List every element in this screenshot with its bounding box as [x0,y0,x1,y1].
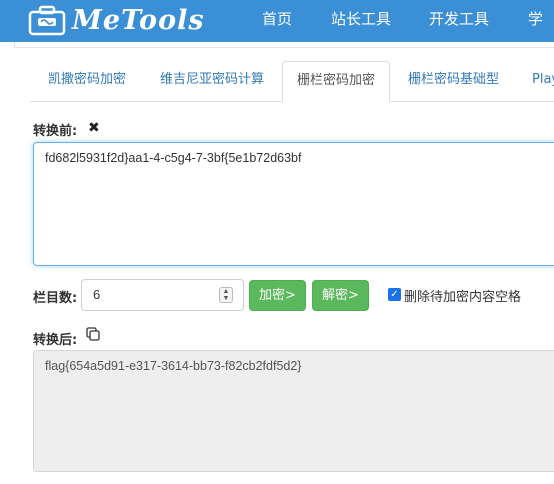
cipher-tabs: 凯撒密码加密 维吉尼亚密码计算 栅栏密码加密 栅栏密码基础型 Play [30,61,554,102]
tab-caesar-encrypt[interactable]: 凯撒密码加密 [48,61,126,101]
output-textarea[interactable]: flag{654a5d91-e317-3614-bb73-f82cb2fdf5d… [33,350,554,472]
top-navbar: MeTools 首页 站长工具 开发工具 学习 [0,0,554,42]
remove-spaces-label[interactable]: 删除待加密内容空格 [404,286,521,305]
nav-webmaster-tools[interactable]: 站长工具 [331,0,391,42]
tab-rail-fence-basic[interactable]: 栅栏密码基础型 [408,61,499,101]
toolbox-logo-icon[interactable] [28,5,66,36]
remove-spaces-checkbox[interactable]: ✓ [388,288,401,301]
close-icon[interactable]: ✖ [88,120,100,136]
nav-dev-tools[interactable]: 开发工具 [429,0,489,42]
nav-home[interactable]: 首页 [262,0,292,42]
tab-rail-fence-encrypt[interactable]: 栅栏密码加密 [282,61,390,102]
stepper-icon[interactable]: ▲ ▼ [219,287,233,303]
decrypt-button[interactable]: 解密> [312,280,369,311]
tab-playfair[interactable]: Play [532,61,554,101]
encrypt-button[interactable]: 加密> [249,280,306,311]
rails-number-input[interactable]: 6 ▲ ▼ [81,279,244,311]
nav-learning[interactable]: 学习 [528,0,554,42]
copy-icon[interactable] [86,327,100,341]
site-logo-text[interactable]: MeTools [72,5,205,36]
header-underline [14,42,554,48]
output-label: 转换后: [33,333,78,348]
rails-value: 6 [93,287,101,302]
tab-vigenere[interactable]: 维吉尼亚密码计算 [160,61,264,101]
rails-label: 栏目数: [33,291,78,306]
input-label: 转换前: [33,124,78,139]
input-textarea[interactable]: fd682l5931f2d}aa1-4-c5g4-7-3bf{5e1b72d63… [33,142,554,266]
